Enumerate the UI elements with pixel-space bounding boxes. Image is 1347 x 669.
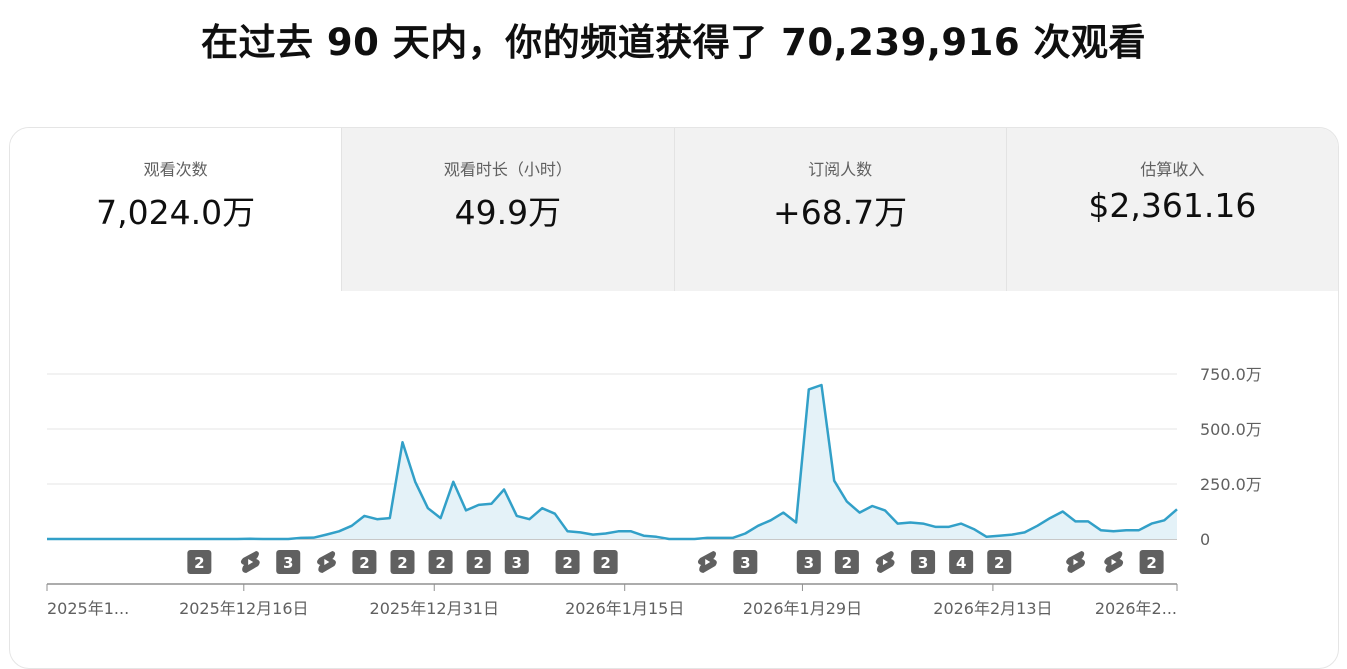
x-tick-label: 2025年12月16日 [179,599,308,618]
series-area [47,385,1177,539]
video-count-label: 3 [918,554,928,572]
x-tick-label: 2026年2... [1095,599,1177,618]
x-tick-label: 2026年2月13日 [933,599,1052,618]
y-tick-label: 750.0万 [1200,365,1262,384]
x-tick-label: 2026年1月15日 [565,599,684,618]
analytics-card: 观看次数 7,024.0万 观看时长（小时） 49.9万 订阅人数 +68.7万… [9,127,1339,669]
video-count-label: 3 [512,554,522,572]
video-count-label: 4 [956,554,966,572]
video-count-label: 2 [473,554,483,572]
x-tick-label: 2026年1月29日 [743,599,862,618]
video-count-label: 2 [1146,554,1156,572]
video-count-label: 2 [600,554,610,572]
y-tick-label: 0 [1200,530,1210,549]
video-count-label: 2 [359,554,369,572]
video-count-label: 2 [435,554,445,572]
video-count-label: 3 [283,554,293,572]
video-count-label: 2 [194,554,204,572]
y-tick-label: 500.0万 [1200,420,1262,439]
x-tick-label: 2025年1... [47,599,129,618]
series-line [47,383,1178,541]
views-chart: 750.0万 500.0万 250.0万 0 2 3 2 2 2 2 3 2 2 3 3 2 3 4 2 2 2025年… [46,365,1262,618]
x-tick-label: 2025年12月31日 [370,599,499,618]
video-count-label: 3 [740,554,750,572]
video-count-label: 3 [804,554,814,572]
page-title: 在过去 90 天内，你的频道获得了 70,239,916 次观看 [200,21,1147,64]
y-tick-label: 250.0万 [1200,475,1262,494]
video-count-label: 2 [562,554,572,572]
video-count-label: 2 [994,554,1004,572]
video-count-label: 2 [842,554,852,572]
video-count-label: 2 [397,554,407,572]
